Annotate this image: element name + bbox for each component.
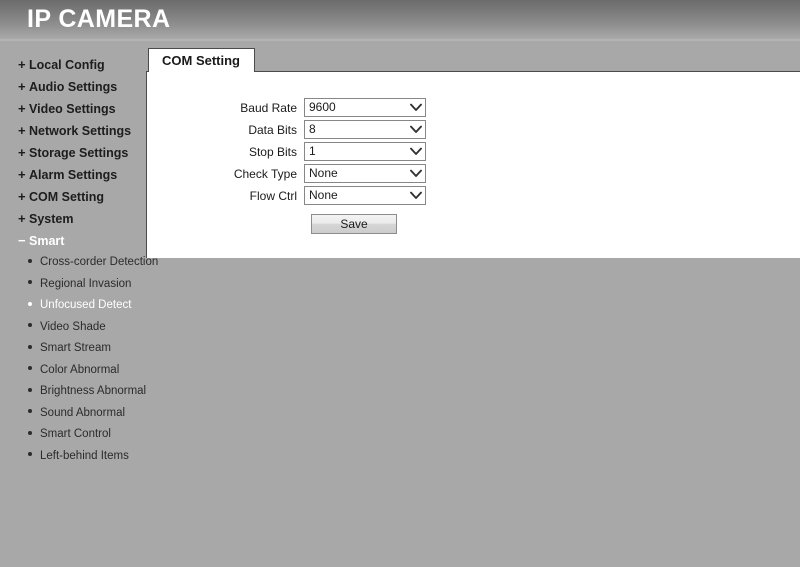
- bullet-icon: [28, 409, 32, 414]
- bullet-icon: [28, 323, 32, 328]
- expand-toggle-icon: +: [18, 211, 26, 226]
- sidebar-group-label: Audio Settings: [29, 80, 118, 94]
- form-row-baud-rate: Baud Rate 9600: [147, 97, 577, 118]
- sidebar-group-label: Storage Settings: [29, 146, 129, 160]
- save-button[interactable]: Save: [311, 214, 397, 234]
- chevron-down-icon: [407, 143, 425, 160]
- sidebar-item-regional-invasion[interactable]: Regional Invasion: [0, 274, 146, 296]
- sidebar-item-label: Left-behind Items: [40, 449, 129, 462]
- sidebar-item-video-shade[interactable]: Video Shade: [0, 317, 146, 339]
- sidebar-item-label: Regional Invasion: [40, 277, 132, 290]
- sidebar-group-network-settings[interactable]: + Network Settings: [0, 120, 146, 142]
- sidebar-group-label: System: [29, 212, 74, 226]
- sidebar-group-smart[interactable]: − Smart: [0, 230, 146, 252]
- sidebar-group-label: Alarm Settings: [29, 168, 118, 182]
- select-stop-bits-value: 1: [309, 144, 316, 158]
- sidebar-group-alarm-settings[interactable]: + Alarm Settings: [0, 164, 146, 186]
- bullet-icon: [28, 258, 32, 263]
- expand-toggle-icon: +: [18, 79, 26, 94]
- label-flow-ctrl: Flow Ctrl: [249, 188, 297, 203]
- sidebar-item-left-behind-items[interactable]: Left-behind Items: [0, 446, 146, 468]
- expand-toggle-icon: +: [18, 123, 26, 138]
- chevron-down-icon: [407, 99, 425, 116]
- sidebar-item-label: Smart Stream: [40, 342, 111, 354]
- sidebar-group-com-setting[interactable]: + COM Setting: [0, 186, 146, 208]
- sidebar-item-brightness-abnormal[interactable]: Brightness Abnormal: [0, 381, 146, 403]
- sidebar-navigation: + Local Config + Audio Settings + Video Setti…: [0, 43, 158, 468]
- form-row-flow-ctrl: Flow Ctrl None: [147, 185, 577, 206]
- sidebar-group-list-top: + Local Config + Audio Settings + Video Setti…: [0, 54, 146, 252]
- sidebar-item-label: Color Abnormal: [40, 363, 120, 376]
- form-row-check-type: Check Type None: [147, 163, 577, 184]
- expand-toggle-icon: +: [18, 145, 26, 160]
- sidebar-item-cross-corder-detection[interactable]: Cross-corder Detection: [0, 252, 158, 274]
- sidebar-item-label: Video Shade: [40, 320, 106, 333]
- collapse-toggle-icon: −: [18, 233, 26, 248]
- sidebar-group-video-settings[interactable]: + Video Settings: [0, 98, 146, 120]
- sidebar-group-label: Video Settings: [29, 102, 116, 116]
- bullet-icon: [28, 344, 32, 349]
- sidebar-group-label: COM Setting: [29, 190, 104, 204]
- tab-strip: COM Setting: [148, 48, 255, 72]
- select-flow-ctrl-value: None: [309, 188, 338, 202]
- label-stop-bits: Stop Bits: [248, 144, 297, 159]
- content-area: COM Setting Baud Rate 9600 Data Bits 8 S…: [146, 48, 800, 258]
- chevron-down-icon: [407, 121, 425, 138]
- label-baud-rate: Baud Rate: [240, 100, 297, 115]
- bullet-icon: [28, 387, 32, 392]
- sidebar-item-label: Unfocused Detect: [40, 299, 132, 311]
- sidebar-item-label: Sound Abnormal: [40, 406, 126, 419]
- sidebar-group-system[interactable]: + System: [0, 208, 146, 230]
- expand-toggle-icon: +: [18, 167, 26, 182]
- app-title: IP CAMERA: [27, 5, 171, 33]
- sidebar-group-label: Network Settings: [29, 124, 132, 138]
- form-row-stop-bits: Stop Bits 1: [147, 141, 577, 162]
- label-data-bits: Data Bits: [248, 122, 297, 137]
- select-check-type[interactable]: None: [304, 164, 426, 183]
- chevron-down-icon: [407, 165, 425, 182]
- expand-toggle-icon: +: [18, 57, 26, 72]
- sidebar-item-smart-stream[interactable]: Smart Stream: [0, 338, 146, 360]
- sidebar-group-storage-settings[interactable]: + Storage Settings: [0, 142, 146, 164]
- com-setting-form: Baud Rate 9600 Data Bits 8 Stop Bits 1 C…: [147, 97, 577, 234]
- sidebar-group-label: Smart: [29, 234, 65, 248]
- sidebar-smart-sublist: Cross-corder Detection Regional Invasion U…: [0, 252, 158, 468]
- select-stop-bits[interactable]: 1: [304, 142, 426, 161]
- expand-toggle-icon: +: [18, 101, 26, 116]
- chevron-down-icon: [407, 187, 425, 204]
- sidebar-item-sound-abnormal[interactable]: Sound Abnormal: [0, 403, 146, 425]
- bullet-icon: [28, 366, 32, 371]
- select-baud-rate-value: 9600: [309, 100, 336, 114]
- label-check-type: Check Type: [233, 166, 297, 181]
- tab-com-setting[interactable]: COM Setting: [148, 48, 255, 72]
- select-data-bits[interactable]: 8: [304, 120, 426, 139]
- settings-panel: Baud Rate 9600 Data Bits 8 Stop Bits 1 C…: [146, 71, 800, 258]
- sidebar-item-label: Smart Control: [40, 428, 111, 440]
- select-flow-ctrl[interactable]: None: [304, 186, 426, 205]
- bullet-icon: [28, 301, 32, 306]
- sidebar-group-label: Local Config: [29, 58, 105, 72]
- sidebar-group-audio-settings[interactable]: + Audio Settings: [0, 76, 146, 98]
- select-data-bits-value: 8: [309, 122, 316, 136]
- sidebar-item-smart-control[interactable]: Smart Control: [0, 424, 146, 446]
- sidebar-item-color-abnormal[interactable]: Color Abnormal: [0, 360, 146, 382]
- select-check-type-value: None: [309, 166, 338, 180]
- bullet-icon: [28, 452, 32, 457]
- form-row-data-bits: Data Bits 8: [147, 119, 577, 140]
- bullet-icon: [28, 280, 32, 285]
- sidebar-group-local-config[interactable]: + Local Config: [0, 54, 146, 76]
- bullet-icon: [28, 430, 32, 435]
- expand-toggle-icon: +: [18, 189, 26, 204]
- page-body: + Local Config + Audio Settings + Video Setti…: [0, 43, 800, 567]
- sidebar-item-label: Brightness Abnormal: [40, 385, 147, 397]
- app-header: IP CAMERA: [0, 0, 800, 41]
- sidebar-item-unfocused-detect[interactable]: Unfocused Detect: [0, 295, 146, 317]
- select-baud-rate[interactable]: 9600: [304, 98, 426, 117]
- form-actions: Save: [147, 214, 577, 234]
- sidebar-item-label: Cross-corder Detection: [40, 256, 159, 268]
